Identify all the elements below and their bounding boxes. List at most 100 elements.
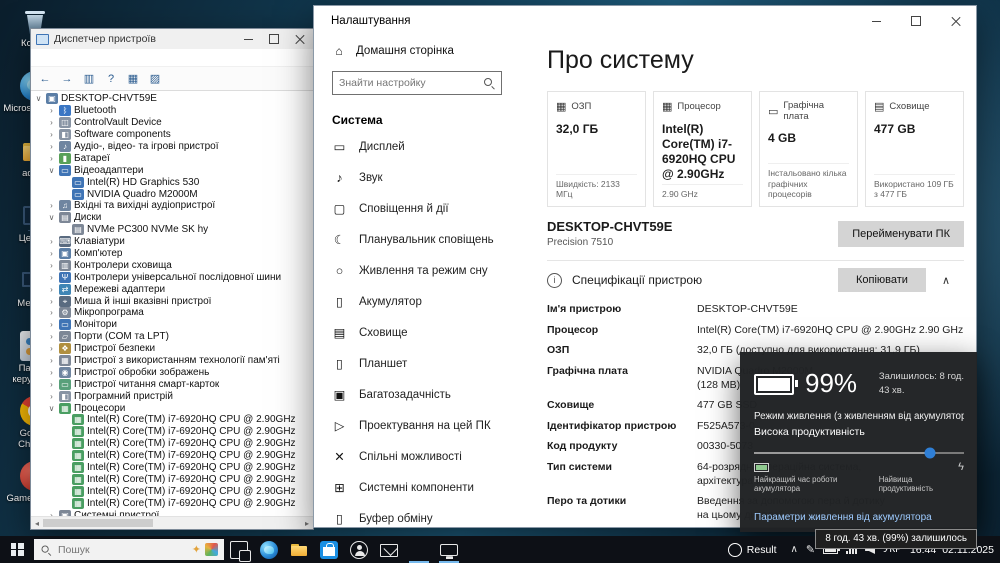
sidebar-item[interactable]: ▯ Акумулятор <box>314 286 519 317</box>
expander-icon[interactable]: › <box>47 118 56 127</box>
expander-icon[interactable]: › <box>47 154 56 163</box>
hidden-icons-chevron[interactable]: ∧ <box>791 544 798 555</box>
tree-item[interactable]: › ◉ Пристрої обробки зображень <box>31 366 313 378</box>
sidebar-item[interactable]: ⊞ Системні компоненти <box>314 472 519 503</box>
tree-item[interactable]: ▦ Intel(R) Core(TM) i7-6920HQ CPU @ 2.90… <box>31 426 313 438</box>
start-button[interactable] <box>0 536 34 563</box>
expander-icon[interactable]: › <box>47 380 56 389</box>
toolbar-button[interactable]: ▦ <box>123 70 143 88</box>
minimize-button[interactable] <box>856 6 896 36</box>
tree-item[interactable]: › ◧ Програмний пристрій <box>31 390 313 402</box>
expander-icon[interactable]: › <box>47 261 56 270</box>
scroll-left-arrow[interactable]: ◂ <box>31 519 43 528</box>
power-slider-handle[interactable] <box>924 447 936 459</box>
tree-item[interactable]: › ᛒ Bluetooth <box>31 105 313 117</box>
tree-item[interactable]: ▦ Intel(R) Core(TM) i7-6920HQ CPU @ 2.90… <box>31 462 313 474</box>
sidebar-item[interactable]: ♪ Звук <box>314 162 519 193</box>
taskbar-app-button[interactable] <box>374 536 404 563</box>
search-daily-icon[interactable] <box>205 543 218 556</box>
expander-icon[interactable]: › <box>47 392 56 401</box>
expander-icon[interactable]: › <box>47 308 56 317</box>
tree-item[interactable]: ▦ Intel(R) Core(TM) i7-6920HQ CPU @ 2.90… <box>31 473 313 486</box>
toolbar-button[interactable]: ▨ <box>145 70 165 88</box>
tree-item[interactable]: ▭ NVIDIA Quadro M2000M <box>31 188 313 200</box>
power-slider[interactable] <box>754 447 964 459</box>
tree-item[interactable]: ▤ NVMe PC300 NVMe SK hy <box>31 224 313 236</box>
pen-icon[interactable]: ✎ <box>806 543 815 556</box>
expander-icon[interactable]: › <box>47 201 56 210</box>
expander-icon[interactable]: ∨ <box>47 213 56 222</box>
sidebar-item[interactable]: ▤ Сховище <box>314 317 519 348</box>
taskbar-app-button[interactable] <box>284 536 314 563</box>
device-manager-titlebar[interactable]: Диспетчер пристроїв <box>31 29 313 49</box>
expander-icon[interactable]: › <box>47 249 56 258</box>
tree-item[interactable]: ▦ Intel(R) Core(TM) i7-6920HQ CPU @ 2.90… <box>31 450 313 462</box>
tree-item[interactable]: › ♫ Вхідні та вихідні аудіопристрої <box>31 200 313 212</box>
expander-icon[interactable]: › <box>47 237 56 246</box>
sidebar-item[interactable]: ▢ Сповіщення й дії <box>314 193 519 224</box>
expander-icon[interactable]: › <box>47 344 56 353</box>
sidebar-item[interactable]: ▣ Багатозадачність <box>314 379 519 410</box>
tree-item[interactable]: ∨ ▤ Диски <box>31 212 313 224</box>
expander-icon[interactable]: › <box>47 356 56 365</box>
expander-icon[interactable]: › <box>47 285 56 294</box>
tree-item[interactable]: ▦ Intel(R) Core(TM) i7-6920HQ CPU @ 2.90… <box>31 414 313 426</box>
toolbar-button[interactable]: ← <box>35 70 55 88</box>
expander-icon[interactable]: › <box>47 273 56 282</box>
toolbar-button[interactable]: ? <box>101 70 121 88</box>
tree-item[interactable]: ∨ ▦ Процесори <box>31 402 313 414</box>
rename-pc-button[interactable]: Перейменувати ПК <box>838 220 964 247</box>
tree-item[interactable]: ∨ ▣ DESKTOP-CHVT59E <box>31 93 313 105</box>
tree-item[interactable]: ▦ Intel(R) Core(TM) i7-6920HQ CPU @ 2.90… <box>31 438 313 450</box>
taskbar-app-button[interactable] <box>434 536 464 563</box>
tree-item[interactable]: › ▣ Системні пристрої <box>31 509 313 516</box>
expander-icon[interactable]: ∨ <box>47 166 56 175</box>
sidebar-item[interactable]: ☾ Планувальник сповіщень <box>314 224 519 255</box>
desktop-shortcut[interactable] <box>108 4 134 30</box>
tree-item[interactable]: › ▭ Пристрої читання смарт-карток <box>31 378 313 390</box>
taskbar-search-input[interactable] <box>56 542 189 557</box>
expander-icon[interactable]: › <box>47 320 56 329</box>
desktop-shortcut[interactable] <box>58 4 84 30</box>
taskbar-app-button[interactable] <box>254 536 284 563</box>
taskbar-app-button[interactable] <box>404 536 434 563</box>
taskbar-app-button[interactable] <box>314 536 344 563</box>
maximize-button[interactable] <box>261 29 287 49</box>
sidebar-item[interactable]: ▯ Буфер обміну <box>314 503 519 527</box>
battery-settings-link[interactable]: Параметри живлення від акумулятора <box>754 512 932 523</box>
sidebar-item[interactable]: ○ Живлення та режим сну <box>314 255 519 286</box>
expander-icon[interactable]: › <box>47 332 56 341</box>
tree-item[interactable]: › ⌨ Клавіатури <box>31 236 313 248</box>
tree-item[interactable]: ∨ ▭ Відеоадаптери <box>31 164 313 176</box>
tree-item[interactable]: › ▣ Комп'ютер <box>31 248 313 260</box>
tree-item[interactable]: › ▦ Пристрої з використанням технології … <box>31 355 313 367</box>
tree-item[interactable]: › ▮ Батареї <box>31 152 313 164</box>
tree-item[interactable]: ▭ Intel(R) HD Graphics 530 <box>31 176 313 188</box>
sidebar-item[interactable]: ▷ Проектування на цей ПК <box>314 410 519 441</box>
expander-icon[interactable]: › <box>47 142 56 151</box>
tree-item[interactable]: ▦ Intel(R) Core(TM) i7-6920HQ CPU @ 2.90… <box>31 497 313 509</box>
taskbar-app-result[interactable]: Result <box>722 536 783 563</box>
settings-search-box[interactable] <box>332 71 502 95</box>
device-specs-header[interactable]: i Специфікації пристрою Копіювати ∧ <box>547 261 964 299</box>
sidebar-item-home[interactable]: ⌂ Домашня сторінка <box>314 36 519 58</box>
scroll-right-arrow[interactable]: ▸ <box>301 519 313 528</box>
copy-button[interactable]: Копіювати <box>837 268 926 292</box>
tree-item[interactable]: › ▭ Монітори <box>31 319 313 331</box>
sidebar-item[interactable]: ▭ Дисплей <box>314 131 519 162</box>
minimize-button[interactable] <box>235 29 261 49</box>
close-button[interactable] <box>936 6 976 36</box>
toolbar-button[interactable]: ▥ <box>79 70 99 88</box>
tree-item[interactable]: › Ψ Контролери універсальної послідовної… <box>31 271 313 283</box>
tree-item[interactable]: › ◧ Software components <box>31 129 313 141</box>
tree-item[interactable]: › ⇄ Мережеві адаптери <box>31 283 313 295</box>
chevron-up-icon[interactable]: ∧ <box>942 274 950 287</box>
close-button[interactable] <box>287 29 313 49</box>
taskbar-search-box[interactable]: ✦ <box>34 539 224 560</box>
settings-search-input[interactable] <box>333 77 483 89</box>
search-icon[interactable] <box>483 77 495 89</box>
expander-icon[interactable]: ∨ <box>34 94 43 103</box>
tree-item[interactable]: › ▱ Порти (COM та LPT) <box>31 331 313 343</box>
expander-icon[interactable]: › <box>47 130 56 139</box>
scrollbar-thumb[interactable] <box>43 519 153 527</box>
